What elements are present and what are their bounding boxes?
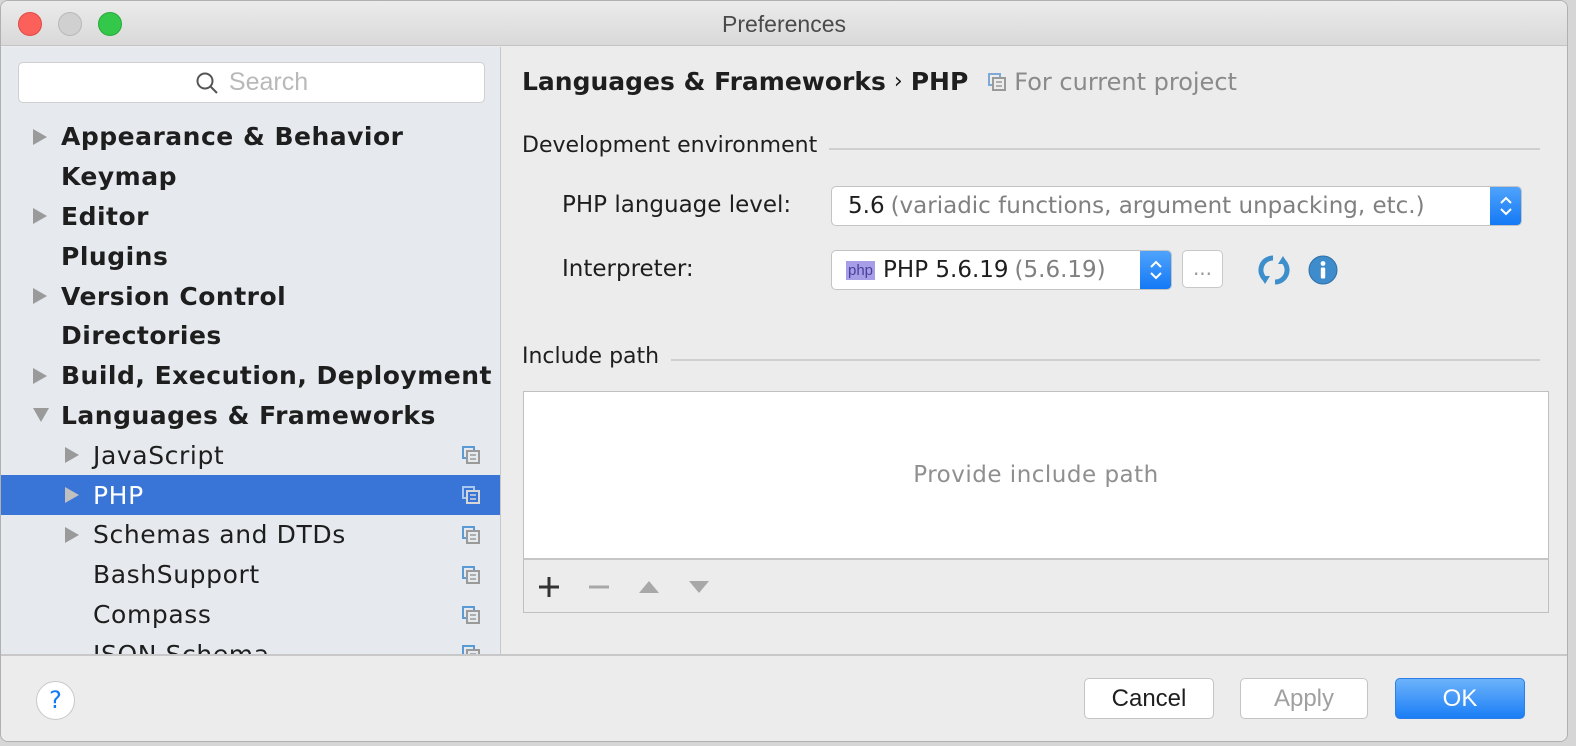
ok-button[interactable]: OK (1395, 678, 1525, 719)
plus-icon (539, 577, 559, 597)
tree-item-javascript[interactable]: JavaScript (1, 435, 500, 475)
include-path-section: Include path (522, 344, 1540, 369)
tree-item-label: BashSupport (93, 560, 260, 590)
expand-arrow-icon[interactable] (33, 208, 47, 225)
expand-arrow-icon[interactable] (65, 447, 79, 464)
language-level-label: PHP language level: (562, 192, 792, 218)
minus-icon (589, 585, 609, 589)
tree-item-json-schema[interactable]: JSON Schema (1, 634, 500, 654)
select-arrows-icon[interactable] (1140, 251, 1171, 289)
tree-item-label: Build, Execution, Deployment (61, 361, 492, 391)
settings-sidebar: Search Appearance & Behavior Keymap Edit… (1, 47, 501, 654)
tree-item-bashsupport[interactable]: BashSupport (1, 555, 500, 595)
tree-item-schemas-dtds[interactable]: Schemas and DTDs (1, 515, 500, 555)
tree-item-editor[interactable]: Editor (1, 197, 500, 237)
php-icon: php (846, 260, 876, 280)
tree-item-label: JSON Schema (93, 640, 270, 654)
breadcrumb-current: PHP (910, 67, 969, 96)
tree-item-languages-frameworks[interactable]: Languages & Frameworks (1, 396, 500, 436)
window-title: Preferences (721, 11, 846, 37)
move-down-button[interactable] (688, 572, 738, 602)
interpreter-select[interactable]: php PHP 5.6.19 (5.6.19) (831, 250, 1172, 290)
tree-item-label: Compass (93, 599, 212, 629)
tree-item-label: Plugins (61, 241, 169, 271)
tree-item-label: Directories (61, 321, 222, 351)
include-path-list[interactable]: Provide include path (524, 392, 1548, 560)
apply-button[interactable]: Apply (1240, 678, 1368, 719)
move-up-button[interactable] (638, 572, 688, 602)
interpreter-hint: (5.6.19) (1014, 257, 1106, 283)
tree-item-compass[interactable]: Compass (1, 595, 500, 635)
language-level-hint: (variadic functions, argument unpacking,… (890, 193, 1425, 219)
include-path-toolbar (524, 562, 1548, 612)
project-scope-icon (462, 446, 480, 465)
section-title: Include path (522, 344, 660, 369)
tree-item-directories[interactable]: Directories (1, 316, 500, 356)
dev-env-section: Development environment (522, 133, 1540, 158)
search-icon (196, 72, 218, 94)
breadcrumb: Languages & Frameworks › PHP For current… (522, 67, 1237, 96)
tree-item-label: Keymap (61, 162, 178, 192)
reload-icon[interactable] (1258, 254, 1290, 286)
search-input[interactable]: Search (18, 62, 485, 103)
expand-arrow-icon[interactable] (33, 128, 47, 145)
preferences-window: Preferences Search Appearance & Behavior… (0, 0, 1568, 742)
scope-label: For current project (1014, 67, 1237, 96)
section-divider (671, 358, 1540, 361)
select-arrows-icon[interactable] (1490, 187, 1521, 225)
project-scope-icon (462, 525, 480, 544)
tree-item-keymap[interactable]: Keymap (1, 157, 500, 197)
tree-item-build-execution-deployment[interactable]: Build, Execution, Deployment (1, 356, 500, 396)
remove-path-button[interactable] (588, 572, 638, 602)
tree-item-label: PHP (93, 480, 144, 510)
tree-item-label: Version Control (61, 281, 287, 311)
settings-content: Languages & Frameworks › PHP For current… (502, 47, 1567, 654)
section-divider (829, 147, 1540, 150)
help-button[interactable]: ? (36, 681, 75, 720)
expand-arrow-icon[interactable] (33, 288, 47, 305)
info-icon[interactable] (1308, 255, 1338, 285)
title-bar: Preferences (1, 1, 1567, 46)
project-scope-icon (462, 605, 480, 624)
project-scope-icon (462, 565, 480, 584)
expand-arrow-icon[interactable] (65, 487, 79, 504)
search-placeholder: Search (228, 68, 309, 96)
tree-item-label: Languages & Frameworks (61, 400, 436, 430)
add-path-button[interactable] (538, 572, 588, 602)
tree-item-label: Schemas and DTDs (93, 520, 346, 550)
tree-item-appearance-behavior[interactable]: Appearance & Behavior (1, 117, 500, 157)
project-scope-icon (462, 486, 480, 505)
collapse-arrow-icon[interactable] (33, 408, 49, 423)
interpreter-label: Interpreter: (562, 256, 694, 282)
settings-tree: Appearance & Behavior Keymap Editor Plug… (1, 117, 500, 654)
tree-item-label: Editor (61, 201, 149, 231)
tree-item-label: JavaScript (93, 440, 225, 470)
arrow-down-icon (689, 581, 709, 593)
tree-item-php[interactable]: PHP (1, 475, 500, 515)
tree-item-plugins[interactable]: Plugins (1, 236, 500, 276)
language-level-value: 5.6 (848, 193, 885, 219)
interpreter-value: PHP 5.6.19 (883, 257, 1009, 283)
expand-arrow-icon[interactable] (65, 526, 79, 543)
section-title: Development environment (522, 133, 818, 158)
browse-interpreters-button[interactable]: ... (1182, 250, 1223, 288)
breadcrumb-separator: › (893, 69, 903, 94)
language-level-select[interactable]: 5.6 (variadic functions, argument unpack… (831, 186, 1522, 226)
empty-list-text: Provide include path (913, 462, 1159, 488)
tree-item-version-control[interactable]: Version Control (1, 276, 500, 316)
project-scope-icon (462, 645, 480, 654)
include-path-panel: Provide include path (523, 391, 1549, 613)
cancel-button[interactable]: Cancel (1084, 678, 1214, 719)
breadcrumb-parent: Languages & Frameworks (522, 67, 886, 96)
dialog-footer: ? Cancel Apply OK (1, 654, 1567, 741)
project-scope-icon (988, 72, 1007, 91)
expand-arrow-icon[interactable] (33, 367, 47, 384)
arrow-up-icon (639, 581, 659, 593)
tree-item-label: Appearance & Behavior (61, 122, 404, 152)
